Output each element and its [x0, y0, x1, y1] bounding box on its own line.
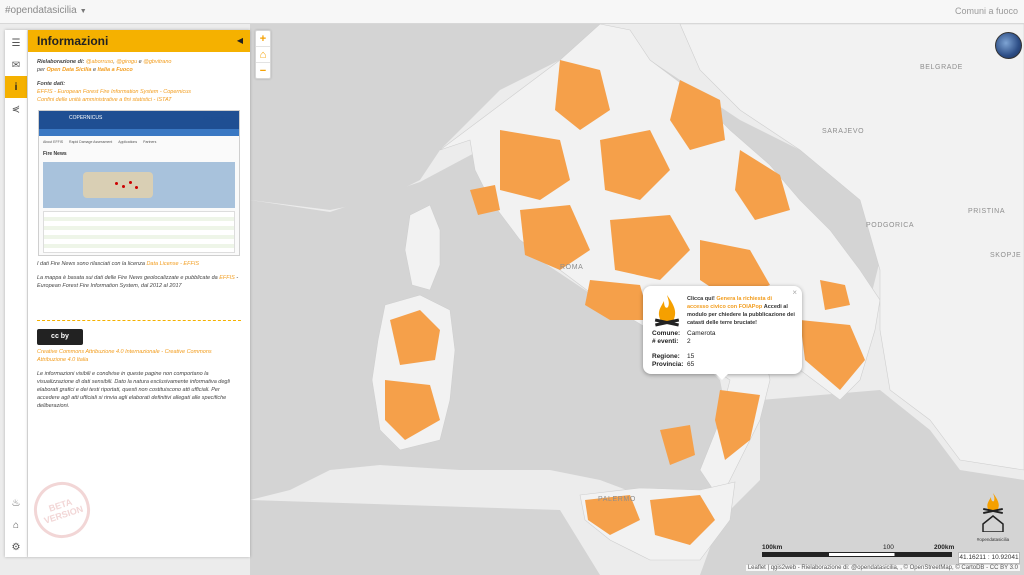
zoom-out-button[interactable]: −: [256, 63, 270, 78]
provincia-label: Provincia:: [652, 361, 684, 368]
label-podgorica: PODGORICA: [866, 222, 915, 229]
thumb-section: Fire News: [43, 151, 67, 157]
popup-provincia-row: Provincia: 65: [652, 361, 694, 369]
license-link[interactable]: Data License - EFFIS: [146, 261, 199, 267]
label-rome: ROMA: [560, 264, 584, 271]
scale-right-label: 200km: [934, 544, 955, 551]
license-line: I dati Fire News sono rilasciati con la …: [37, 260, 241, 268]
info-popup: × Clicca qui! Genera la richiesta di acc…: [643, 286, 802, 380]
thumb-map: [43, 162, 235, 208]
south-sea: [250, 500, 600, 575]
regione-value: 15: [687, 353, 695, 360]
credits: Rielaborazione di: @aborruso, @girogu e …: [37, 58, 241, 74]
brand-dropdown[interactable]: #opendatasicilia ▼: [5, 5, 87, 16]
mail-icon[interactable]: ✉: [5, 54, 27, 76]
opendatasicilia-logo[interactable]: #opendatasicilia: [968, 492, 1018, 542]
label-pristina: PRISTINA: [968, 208, 1006, 215]
burnt-house-icon[interactable]: ⌂: [5, 514, 27, 536]
corsica: [404, 204, 441, 291]
eventi-label: # eventi:: [652, 338, 679, 345]
scale-left-label: 100km: [762, 544, 783, 551]
eventi-value: 2: [687, 338, 691, 345]
panel-body: Rielaborazione di: @aborruso, @girogu e …: [28, 52, 250, 410]
thumb-table: [43, 211, 235, 253]
sources: Fonte dati: EFFIS - European Forest Fire…: [37, 80, 241, 104]
popup-eventi-row: # eventi: 2: [652, 338, 691, 346]
share-icon[interactable]: ⋞: [5, 98, 27, 120]
provincia-value: 65: [687, 361, 695, 368]
brand-label: #opendatasicilia: [5, 5, 77, 16]
thumb-fire-dots: [113, 180, 143, 190]
comune-label: Comune:: [652, 330, 681, 337]
basemap-switcher-globe-icon[interactable]: [995, 32, 1022, 59]
thumb-nav: About EFFIS Rapid Damage Assessment Appl…: [39, 136, 239, 148]
campfire-icon: [654, 295, 680, 327]
popup-regione-row: Regione: 15: [652, 353, 694, 361]
label-belgrade: BELGRADE: [920, 64, 963, 71]
author-link-1[interactable]: @aborruso: [86, 59, 113, 65]
thumb-nav-1: About EFFIS: [43, 140, 64, 144]
mouse-coordinates: 41.16211 : 10.92041: [958, 552, 1020, 564]
scale-mid-label: 100: [883, 544, 894, 551]
effis-screenshot[interactable]: COPERNICUS Copernicus About EFFIS Rapid …: [38, 110, 240, 256]
sep-and: e: [138, 59, 142, 65]
logo-fire-house-icon: [982, 493, 1004, 533]
popup-comune-row: Comune: Camerota: [652, 330, 716, 338]
cc-line: Creative Commons Attribuzione 4.0 Intern…: [37, 348, 241, 364]
sidebar-tabs: ☰ ✉ i ⋞ ♨ ⌂ ⚙: [5, 30, 28, 557]
info-icon[interactable]: i: [5, 76, 27, 98]
thumb-nav-3: Applications: [118, 140, 138, 144]
scale-bar-graphic: [762, 552, 952, 557]
disclaimer: Le informazioni visibili e condivise in …: [37, 371, 230, 409]
map-based-line: La mappa è basata sui dati delle Fire Ne…: [37, 274, 241, 290]
org-link-1[interactable]: Open Data Sicilia: [46, 67, 91, 73]
per-text: per: [37, 67, 45, 73]
author-link-2[interactable]: @girogu: [116, 59, 137, 65]
label-palermo: PALERMO: [598, 496, 636, 503]
map-based-text: La mappa è basata sui dati delle Fire Ne…: [37, 275, 218, 281]
collapse-panel-icon[interactable]: ◀: [237, 36, 243, 45]
comuni-a-fuoco-link[interactable]: Comuni a fuoco: [955, 6, 1018, 16]
cc-link[interactable]: Creative Commons Attribuzione 4.0 Intern…: [37, 349, 212, 363]
elab-prefix: Rielaborazione di:: [37, 59, 85, 65]
thumb-nav-4: Partners: [143, 140, 157, 144]
thumb-header-text: COPERNICUS: [69, 115, 103, 121]
caret-down-icon: ▼: [79, 8, 87, 15]
sep-comma: ,: [113, 59, 115, 65]
menu-icon[interactable]: ☰: [5, 32, 27, 54]
scale-bar: 100km 100 200km: [762, 544, 957, 558]
popup-intro-1: Clicca qui!: [687, 296, 715, 302]
info-panel: Informazioni ◀ Rielaborazione di: @aborr…: [28, 30, 250, 557]
thumb-nav-2: Rapid Damage Assessment: [69, 140, 113, 144]
zoom-in-button[interactable]: +: [256, 31, 270, 47]
logo-label: #opendatasicilia: [976, 537, 1010, 542]
source-link-2[interactable]: Confini delle unità amministrative a fin…: [37, 97, 172, 103]
org-link-2[interactable]: Italia a Fuoco: [98, 67, 133, 73]
panel-title: Informazioni: [37, 34, 109, 48]
gear-icon[interactable]: ⚙: [5, 536, 27, 558]
label-skopje: SKOPJE: [990, 252, 1022, 259]
effis-link[interactable]: EFFIS: [219, 275, 235, 281]
zoom-control: + ⌂ −: [255, 30, 271, 79]
thumb-subbar: [39, 129, 239, 136]
popup-intro: Clicca qui! Genera la richiesta di acces…: [687, 295, 795, 327]
map-attribution[interactable]: Leaflet | qgis2web - Rielaborazione di: …: [745, 565, 1020, 571]
author-link-3[interactable]: @gbvitrano: [143, 59, 171, 65]
cc-by-badge[interactable]: cc by: [37, 329, 83, 345]
license-text: I dati Fire News sono rilasciati con la …: [37, 261, 145, 267]
sep-and-2: e: [92, 67, 97, 73]
panel-header: Informazioni: [28, 30, 250, 52]
thumb-brand: Copernicus: [203, 116, 231, 122]
fire-icon[interactable]: ♨: [5, 492, 27, 514]
source-link-1[interactable]: EFFIS - European Forest Fire Information…: [37, 89, 191, 95]
home-button[interactable]: ⌂: [256, 47, 270, 63]
divider: [37, 320, 241, 321]
regione-label: Regione:: [652, 353, 680, 360]
label-sarajevo: SARAJEVO: [822, 128, 865, 135]
sources-title: Fonte dati:: [37, 81, 66, 87]
comune-value: Camerota: [687, 330, 716, 337]
top-bar: #opendatasicilia ▼ Comuni a fuoco: [0, 0, 1024, 24]
